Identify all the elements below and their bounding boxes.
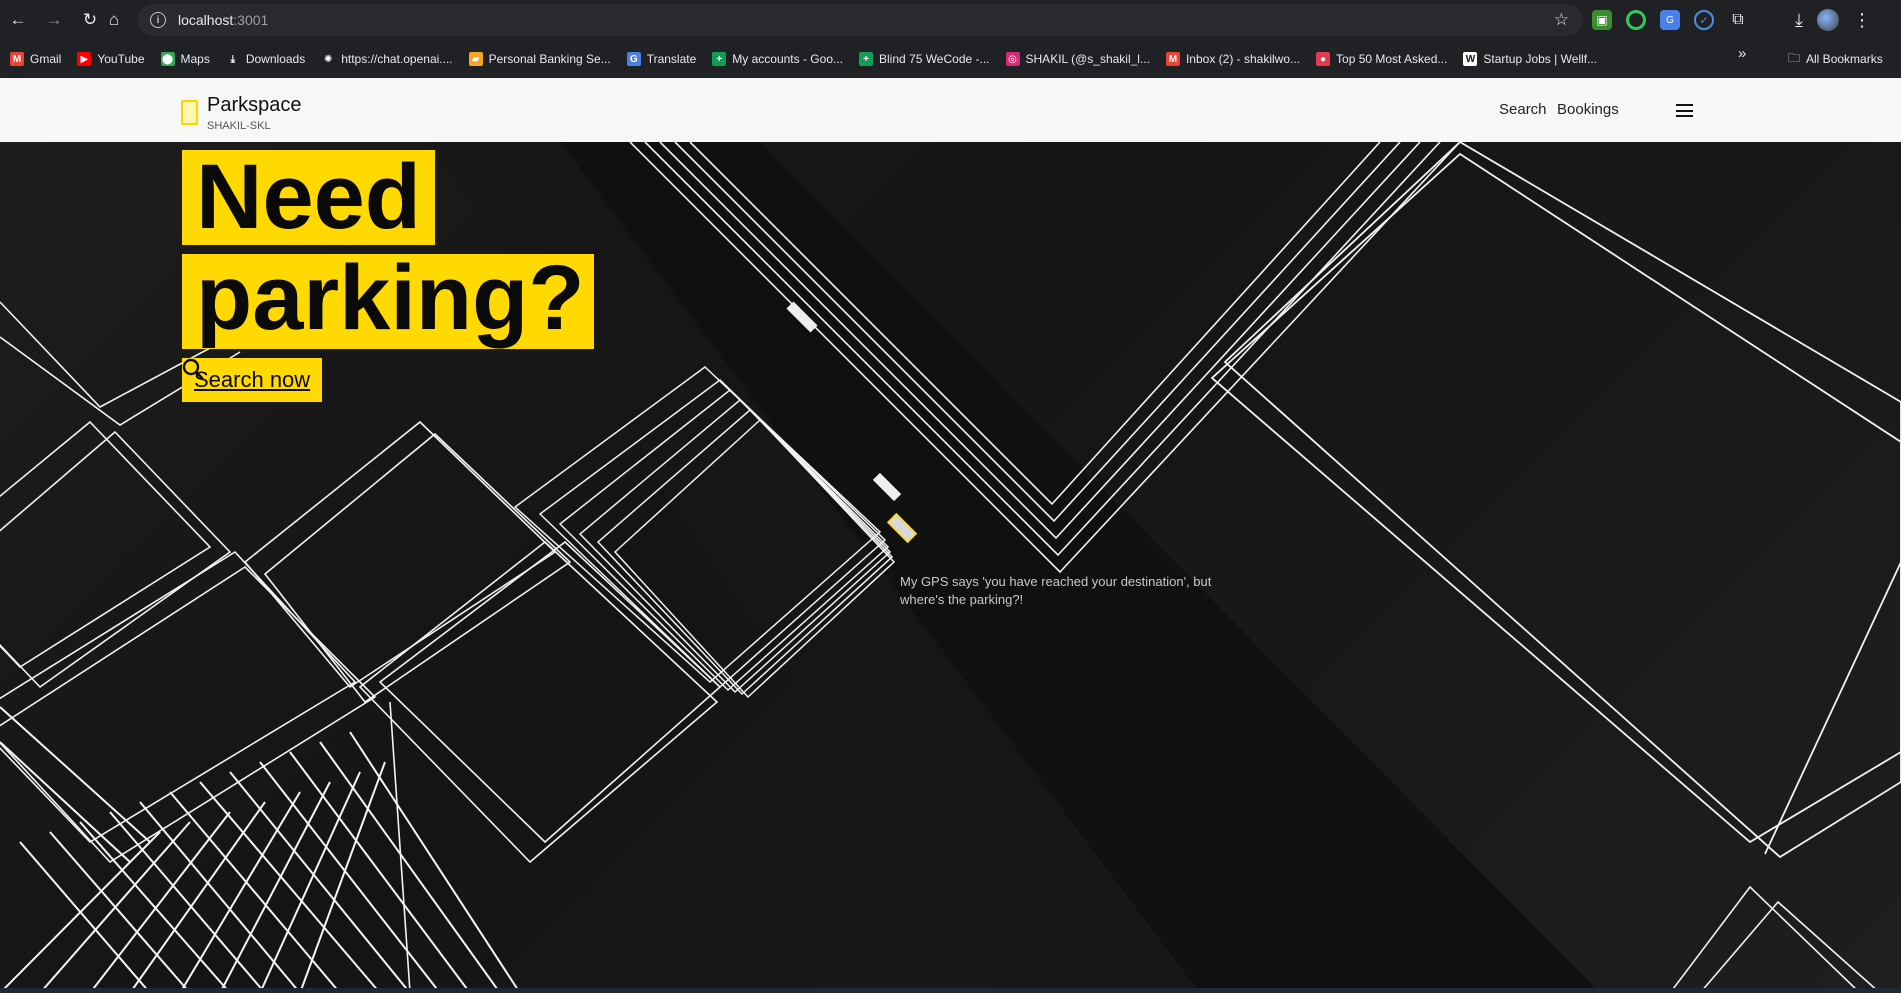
menu-kebab-icon[interactable]: ⋮ (1853, 10, 1871, 31)
gmail-icon: M (10, 52, 24, 66)
bookmark-item[interactable]: ◎ SHAKIL (@s_shakil_l... (998, 45, 1158, 73)
bookmark-item[interactable]: + My accounts - Goo... (704, 45, 851, 73)
translate-icon: G (626, 52, 641, 66)
maps-icon: ⬤ (160, 52, 175, 66)
home-icon[interactable]: ⌂ (96, 0, 132, 40)
search-now-button[interactable]: Search now (182, 358, 323, 402)
hero-section: Need parking? Search now My GPS says 'yo… (0, 142, 1901, 993)
brand-name[interactable]: Parkspace (207, 94, 302, 117)
forward-arrow-icon[interactable]: → (36, 0, 72, 40)
download-icon[interactable]: ⤓ (1795, 10, 1803, 31)
extension-check-icon[interactable]: ✓ (1694, 10, 1714, 30)
bookmark-item[interactable]: ● Top 50 Most Asked... (1308, 45, 1455, 73)
instagram-icon: ◎ (1005, 52, 1020, 66)
youtube-icon: ▶ (77, 52, 92, 66)
bookmark-item[interactable]: ▰ Personal Banking Se... (461, 45, 619, 73)
site-info-icon[interactable]: i (150, 12, 166, 28)
download-icon: ⤓ (225, 52, 240, 66)
bookmark-label: YouTube (97, 52, 145, 66)
bookmark-item[interactable]: + Blind 75 WeCode -... (851, 45, 998, 73)
folder-icon: 🗀 (1788, 50, 1801, 65)
brand-subtitle: SHAKIL-SKL (207, 120, 271, 132)
url-port: :3001 (233, 12, 269, 28)
bookmark-star-icon[interactable]: ☆ (1554, 10, 1569, 30)
sheets-icon: + (712, 52, 727, 66)
bookmark-item[interactable]: ▶ YouTube (69, 45, 152, 73)
bookmarks-bar: M Gmail ▶ YouTube ⬤ Maps ⤓ Downloads ✺ https://ch… (0, 40, 1901, 78)
sheets-icon: + (859, 52, 873, 66)
back-arrow-icon[interactable]: ← (0, 0, 36, 40)
site-icon: ● (1316, 52, 1331, 66)
wellfound-icon: W (1463, 52, 1478, 66)
bookmark-item[interactable]: ⤓ Downloads (218, 45, 313, 73)
bookmark-label: Top 50 Most Asked... (1336, 52, 1448, 66)
bookmark-item[interactable]: ✺ https://chat.openai.... (313, 45, 460, 73)
bookmark-label: My accounts - Goo... (732, 52, 843, 66)
more-bookmarks-icon[interactable]: » (1738, 45, 1746, 62)
headline-line-1: Need (182, 150, 435, 245)
bookmark-item[interactable]: W Startup Jobs | Wellf... (1455, 45, 1605, 73)
bookmark-label: https://chat.openai.... (341, 52, 453, 66)
all-bookmarks-label: All Bookmarks (1806, 52, 1883, 66)
headline-line-2: parking? (182, 252, 595, 349)
bookmark-label: Startup Jobs | Wellf... (1483, 52, 1598, 66)
bookmark-label: Inbox (2) - shakilwo... (1185, 52, 1301, 66)
bookmark-label: Personal Banking Se... (488, 52, 611, 66)
all-bookmarks-button[interactable]: 🗀 All Bookmarks (1788, 40, 1883, 78)
translate-extension-icon[interactable]: G (1660, 10, 1680, 30)
nav-bookings-link[interactable]: Bookings (1557, 101, 1619, 118)
page-bottom-edge (0, 988, 1901, 993)
bookmark-label: Blind 75 WeCode -... (879, 52, 990, 66)
extension-icon[interactable] (1626, 10, 1646, 30)
profile-avatar[interactable] (1816, 9, 1839, 31)
extension-icon[interactable]: ▣ (1592, 10, 1612, 30)
bookmark-label: Translate (646, 52, 697, 66)
browser-toolbar: ← → ↻ ⌂ i localhost:3001 ☆ ▣ G ✓ ⧉ ⤓ ⋮ (0, 0, 1901, 40)
hero-caption: My GPS says 'you have reached your desti… (900, 574, 1212, 607)
search-now-label: Search now (194, 367, 311, 392)
gmail-icon: M (1165, 52, 1180, 66)
bookmark-item[interactable]: ⬤ Maps (153, 45, 218, 73)
openai-icon: ✺ (321, 52, 336, 66)
extensions-area: ▣ G ✓ ⧉ (1592, 0, 1748, 40)
extensions-puzzle-icon[interactable]: ⧉ (1728, 10, 1748, 30)
bank-icon: ▰ (468, 52, 483, 66)
bookmark-item[interactable]: M Gmail (2, 45, 69, 73)
bookmark-label: Downloads (245, 52, 306, 66)
bookmark-label: SHAKIL (@s_shakil_l... (1025, 52, 1150, 66)
parking-logo-icon[interactable] (181, 100, 198, 125)
url-host: localhost (178, 12, 234, 28)
bookmark-label: Gmail (30, 52, 62, 66)
nav-search-link[interactable]: Search (1499, 101, 1547, 118)
search-icon (182, 358, 204, 380)
bookmark-item[interactable]: M Inbox (2) - shakilwo... (1158, 45, 1308, 73)
bookmark-item[interactable]: G Translate (619, 45, 705, 73)
app-header: Parkspace SHAKIL-SKL Search Bookings (0, 78, 1901, 142)
address-bar[interactable]: i localhost:3001 ☆ (138, 4, 1583, 36)
bookmark-label: Maps (180, 52, 210, 66)
hamburger-menu-icon[interactable] (1676, 104, 1693, 117)
